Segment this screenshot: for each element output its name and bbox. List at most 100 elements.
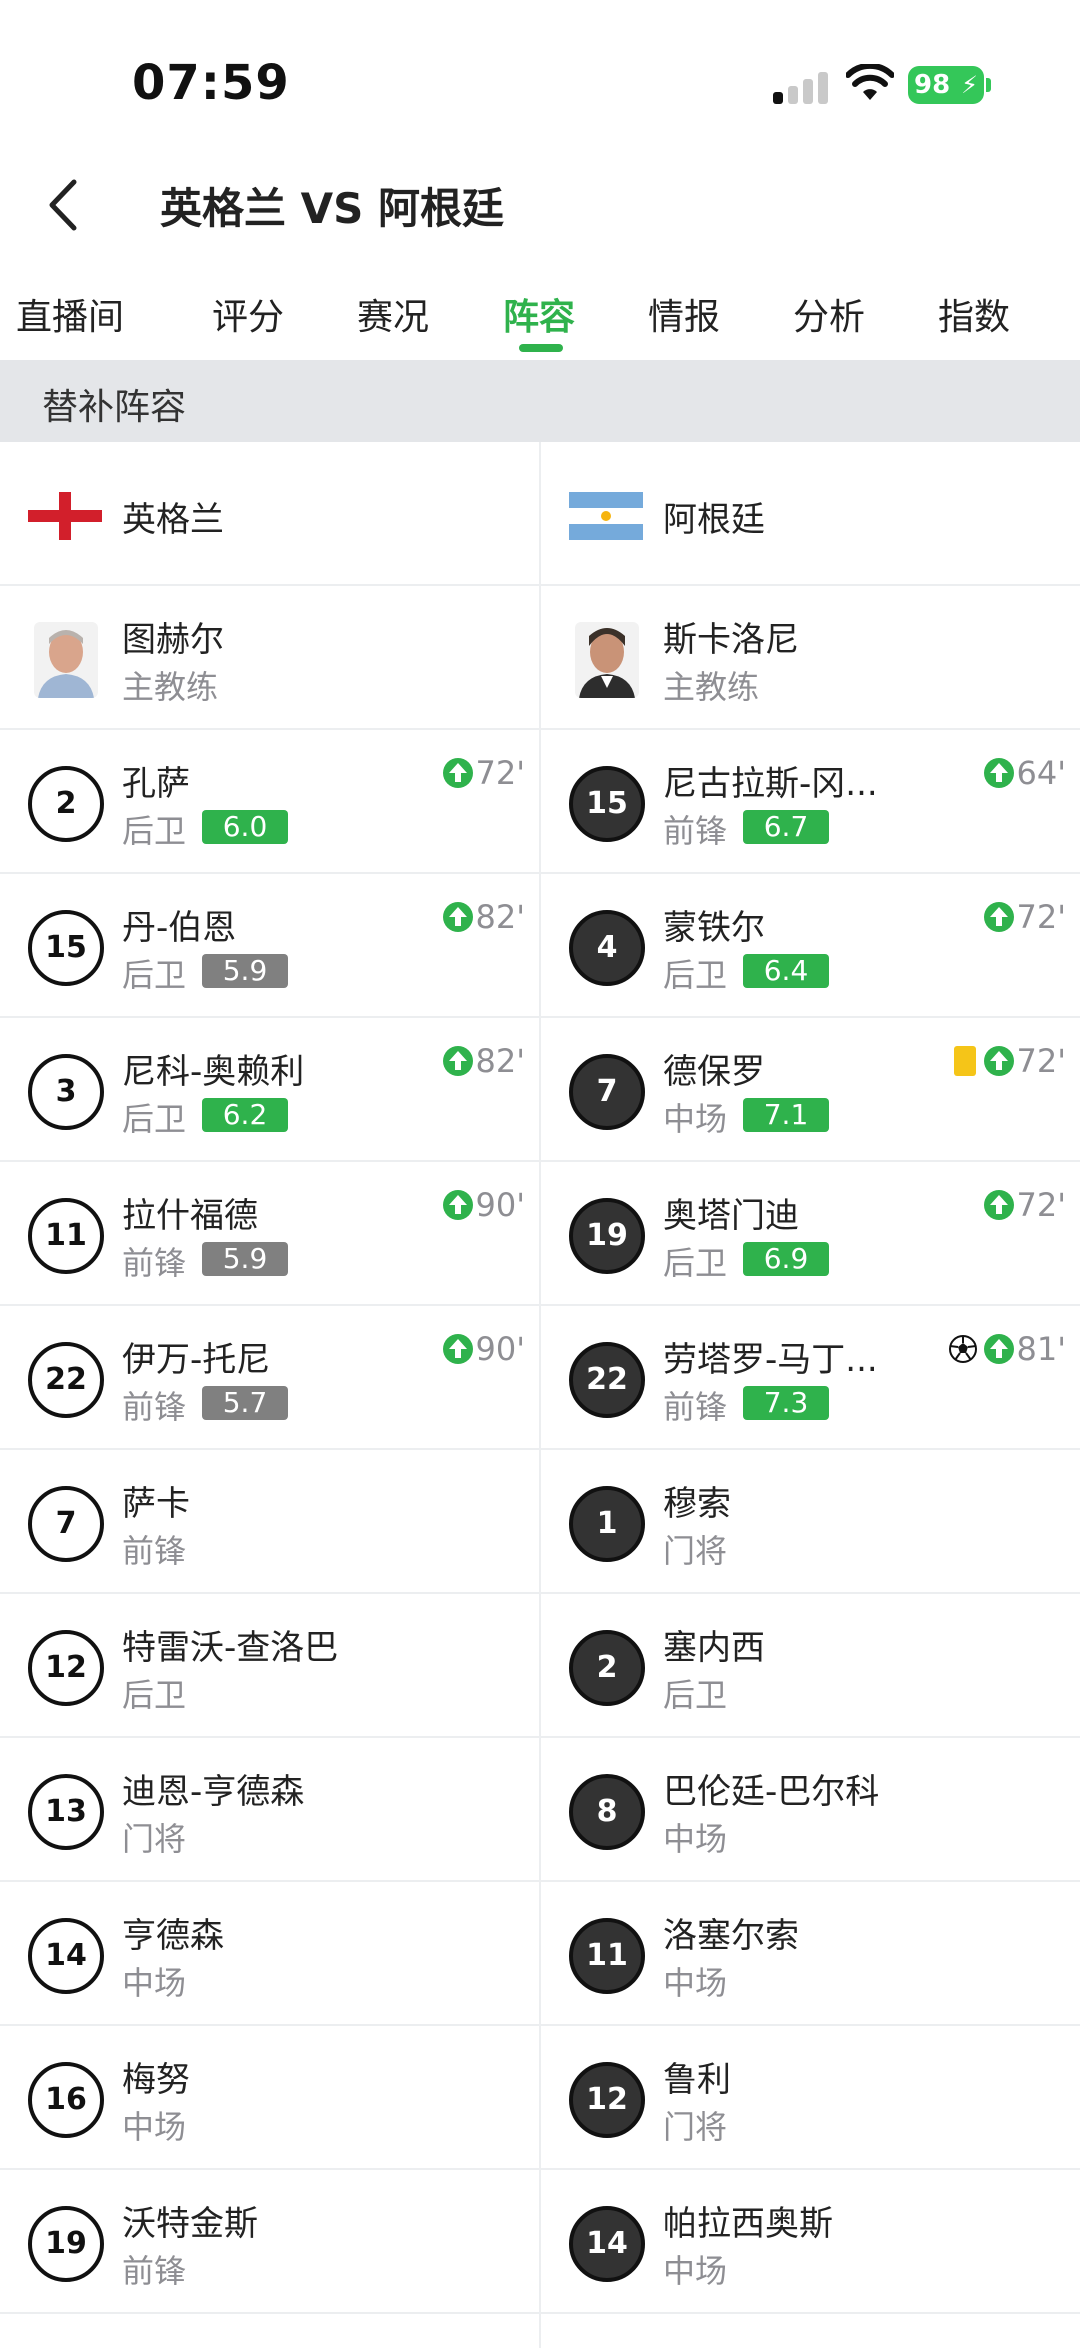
player-position: 前锋 bbox=[122, 2252, 187, 2290]
away-player[interactable]: 2 塞内西 后卫 bbox=[541, 1594, 1080, 1738]
away-player[interactable]: 4 蒙铁尔 后卫 6.4 72' bbox=[541, 874, 1080, 1018]
player-name: 尼科-奥赖利 bbox=[122, 1052, 305, 1092]
home-player[interactable]: 16 梅努 中场 bbox=[0, 2026, 539, 2170]
away-player[interactable]: 14 帕拉西奥斯 中场 bbox=[541, 2170, 1080, 2314]
jersey-number: 7 bbox=[28, 1486, 104, 1562]
england-flag-icon bbox=[28, 492, 102, 540]
player-row: 7 萨卡 前锋 1 穆索 门将 bbox=[0, 1450, 1080, 1594]
status-time: 07:59 bbox=[132, 55, 290, 111]
sub-in-icon bbox=[443, 758, 474, 788]
player-row: 3 尼科-奥赖利 后卫 6.2 82' 7 德保罗 中场 7.1 72' bbox=[0, 1018, 1080, 1162]
jersey-number: 7 bbox=[569, 1054, 645, 1130]
coach-name: 斯卡洛尼 bbox=[663, 620, 799, 660]
away-team-name: 阿根廷 bbox=[663, 500, 765, 540]
home-player[interactable]: 15 丹-伯恩 后卫 5.9 82' bbox=[0, 874, 539, 1018]
player-name: 巴伦廷-巴尔科 bbox=[663, 1772, 880, 1812]
rating-badge: 7.1 bbox=[743, 1098, 829, 1132]
home-player[interactable]: 3 尼科-奥赖利 后卫 6.2 82' bbox=[0, 1018, 539, 1162]
player-row: 16 梅努 中场 12 鲁利 门将 bbox=[0, 2026, 1080, 2170]
tab-analysis[interactable]: 分析 bbox=[793, 288, 865, 340]
home-player[interactable]: 2 孔萨 后卫 6.0 72' bbox=[0, 730, 539, 874]
away-player[interactable]: 15 尼古拉斯-冈... 前锋 6.7 64' bbox=[541, 730, 1080, 874]
home-player[interactable]: 7 萨卡 前锋 bbox=[0, 1450, 539, 1594]
substitution-info: 72' bbox=[443, 754, 525, 792]
sub-minute: 72' bbox=[1016, 1186, 1066, 1224]
back-icon[interactable] bbox=[40, 172, 90, 238]
sub-minute: 82' bbox=[475, 1042, 525, 1080]
coach-role: 主教练 bbox=[122, 668, 219, 706]
home-player[interactable]: 19 沃特金斯 前锋 bbox=[0, 2170, 539, 2314]
player-row: 13 迪恩-亨德森 门将 8 巴伦廷-巴尔科 中场 bbox=[0, 1738, 1080, 1882]
tab-ratings[interactable]: 评分 bbox=[212, 288, 284, 340]
rating-badge: 6.7 bbox=[743, 810, 829, 844]
away-player[interactable]: 1 穆索 门将 bbox=[541, 1450, 1080, 1594]
active-tab-indicator bbox=[519, 344, 563, 352]
player-position: 中场 bbox=[663, 1964, 728, 2002]
player-name: 穆索 bbox=[663, 1484, 731, 1524]
player-position: 前锋 bbox=[663, 1388, 728, 1426]
jersey-number: 15 bbox=[569, 766, 645, 842]
home-player[interactable]: 12 特雷沃-查洛巴 后卫 bbox=[0, 1594, 539, 1738]
sub-minute: 72' bbox=[1016, 1042, 1066, 1080]
sub-in-icon bbox=[443, 1190, 474, 1220]
substitution-info: 82' bbox=[443, 1042, 525, 1080]
page-title: 英格兰 VS 阿根廷 bbox=[160, 184, 504, 233]
sub-in-icon bbox=[984, 758, 1015, 788]
substitution-info: 72' bbox=[954, 1042, 1066, 1080]
rating-badge: 6.4 bbox=[743, 954, 829, 988]
player-position: 后卫 bbox=[663, 1676, 728, 1714]
substitution-info: 90' bbox=[443, 1330, 525, 1368]
home-player[interactable]: 14 亨德森 中场 bbox=[0, 1882, 539, 2026]
tab-live[interactable]: 直播间 bbox=[16, 288, 124, 340]
away-coach[interactable]: 斯卡洛尼 主教练 bbox=[541, 586, 1080, 730]
player-name: 劳塔罗-马丁... bbox=[663, 1340, 878, 1380]
jersey-number: 16 bbox=[28, 2062, 104, 2138]
player-position: 后卫 bbox=[663, 1244, 728, 1282]
coach-role: 主教练 bbox=[663, 668, 760, 706]
home-coach[interactable]: 图赫尔 主教练 bbox=[0, 586, 539, 730]
jersey-number: 3 bbox=[28, 1054, 104, 1130]
away-team[interactable]: 阿根廷 bbox=[541, 442, 1080, 586]
away-player[interactable]: 22 劳塔罗-马丁... 前锋 7.3 81' bbox=[541, 1306, 1080, 1450]
sub-in-icon bbox=[443, 1334, 474, 1364]
player-row: 22 伊万-托尼 前锋 5.7 90' 22 劳塔罗-马丁... 前锋 7.3 81' bbox=[0, 1306, 1080, 1450]
sub-in-icon bbox=[984, 1190, 1015, 1220]
player-position: 前锋 bbox=[663, 812, 728, 850]
away-player[interactable]: 12 鲁利 门将 bbox=[541, 2026, 1080, 2170]
away-player[interactable]: 7 德保罗 中场 7.1 72' bbox=[541, 1018, 1080, 1162]
player-position: 门将 bbox=[122, 1820, 187, 1858]
rating-badge: 6.0 bbox=[202, 810, 288, 844]
away-player[interactable]: 19 奥塔门迪 后卫 6.9 72' bbox=[541, 1162, 1080, 1306]
away-player[interactable]: 11 洛塞尔索 中场 bbox=[541, 1882, 1080, 2026]
coach-name: 图赫尔 bbox=[122, 620, 224, 660]
player-name: 拉什福德 bbox=[122, 1196, 258, 1236]
home-player[interactable]: 11 拉什福德 前锋 5.9 90' bbox=[0, 1162, 539, 1306]
home-team[interactable]: 英格兰 bbox=[0, 442, 539, 586]
player-position: 门将 bbox=[663, 2108, 728, 2146]
sub-minute: 90' bbox=[475, 1186, 525, 1224]
player-name: 德保罗 bbox=[663, 1052, 765, 1092]
home-player[interactable]: 13 迪恩-亨德森 门将 bbox=[0, 1738, 539, 1882]
section-title: 替补阵容 bbox=[42, 387, 187, 428]
jersey-number: 2 bbox=[28, 766, 104, 842]
player-row: 14 亨德森 中场 11 洛塞尔索 中场 bbox=[0, 1882, 1080, 2026]
signal-icon bbox=[773, 70, 829, 104]
player-row: 2 孔萨 后卫 6.0 72' 15 尼古拉斯-冈... 前锋 6.7 64' bbox=[0, 730, 1080, 874]
home-player[interactable]: 22 伊万-托尼 前锋 5.7 90' bbox=[0, 1306, 539, 1450]
coach-row: 图赫尔 主教练 斯卡洛尼 主教练 bbox=[0, 586, 1080, 730]
battery-cap bbox=[986, 78, 991, 92]
tab-match[interactable]: 赛况 bbox=[357, 288, 429, 340]
player-name: 奥塔门迪 bbox=[663, 1196, 799, 1236]
tab-odds[interactable]: 指数 bbox=[938, 288, 1010, 340]
jersey-number: 2 bbox=[569, 1630, 645, 1706]
away-player[interactable]: 8 巴伦廷-巴尔科 中场 bbox=[541, 1738, 1080, 1882]
tab-intel[interactable]: 情报 bbox=[648, 288, 720, 340]
jersey-number: 19 bbox=[28, 2206, 104, 2282]
jersey-number: 19 bbox=[569, 1198, 645, 1274]
tab-lineup[interactable]: 阵容 bbox=[503, 288, 575, 340]
player-name: 特雷沃-查洛巴 bbox=[122, 1628, 339, 1668]
player-position: 中场 bbox=[663, 2252, 728, 2290]
rating-badge: 5.9 bbox=[202, 1242, 288, 1276]
player-position: 中场 bbox=[663, 1820, 728, 1858]
substitution-info: 90' bbox=[443, 1186, 525, 1224]
